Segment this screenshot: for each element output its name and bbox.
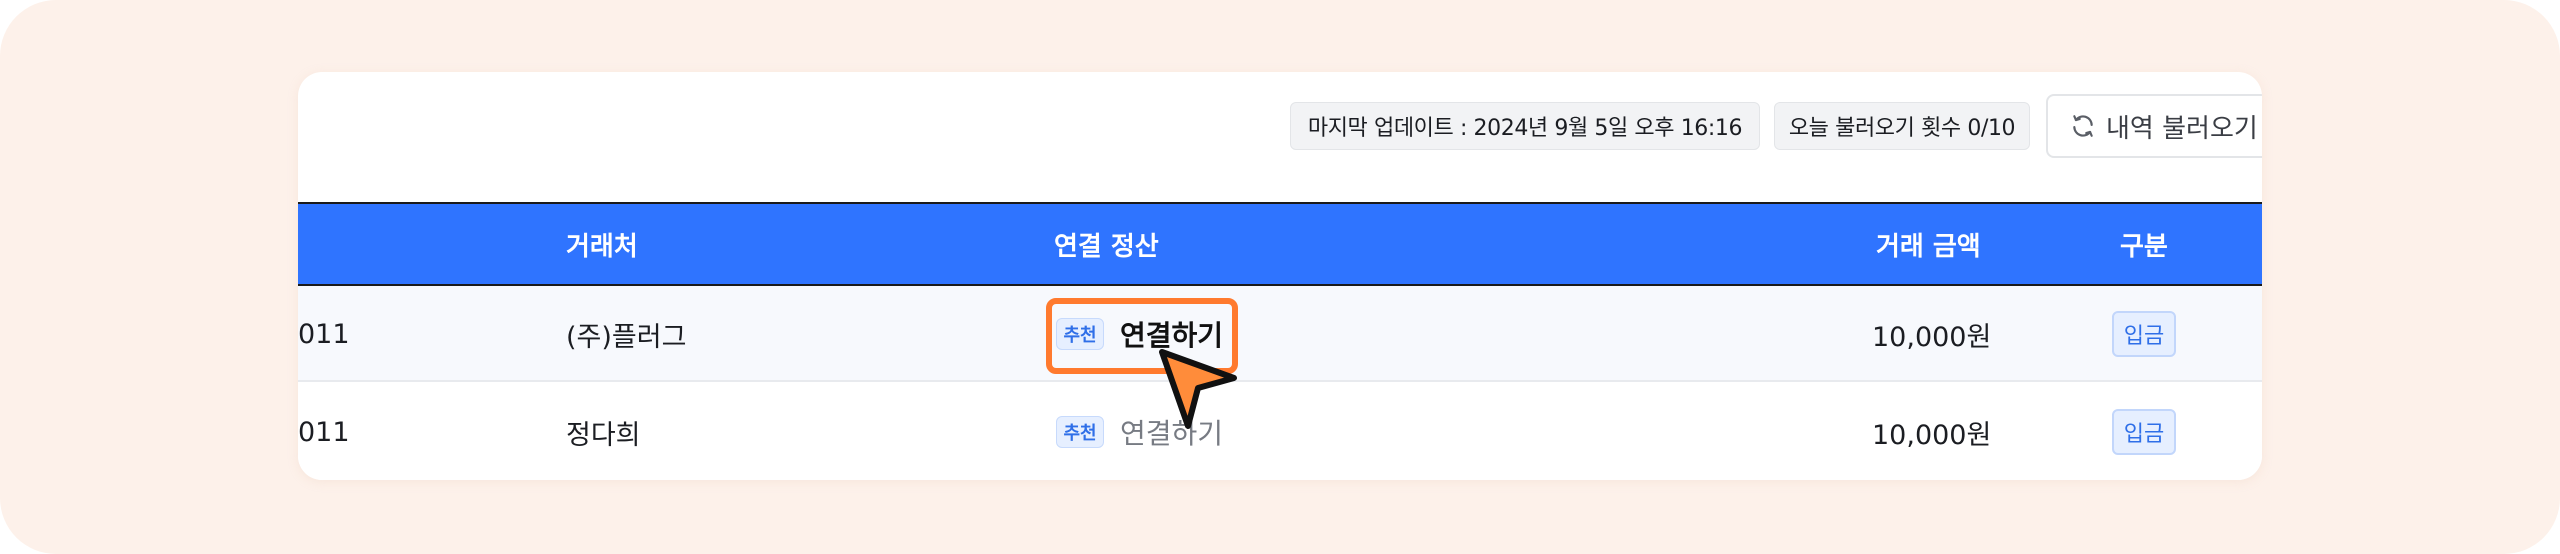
counterparty-cell: (주)플러그 xyxy=(566,321,687,353)
deposit-badge: 입금 xyxy=(2112,409,2176,455)
last-update-badge: 마지막 업데이트 : 2024년 9월 5일 오후 16:16 xyxy=(1290,102,1760,150)
refresh-icon xyxy=(2073,115,2093,137)
deposit-badge: 입금 xyxy=(2112,311,2176,357)
table-row: 011 정다희 추천 연결하기 10,000원 입금 xyxy=(298,384,2262,480)
fetch-count-badge: 오늘 불러오기 횟수 0/10 xyxy=(1774,102,2030,150)
date-cell: 011 xyxy=(298,318,350,350)
header-counterparty: 거래처 xyxy=(566,231,638,262)
table-row: 011 (주)플러그 추천 연결하기 10,000원 입금 xyxy=(298,286,2262,382)
reload-history-button[interactable]: 내역 불러오기 xyxy=(2046,94,2262,158)
header-amount: 거래 금액 xyxy=(1876,231,1981,262)
header-linked-settlement: 연결 정산 xyxy=(1054,231,1159,262)
category-cell: 입금 xyxy=(2112,286,2176,382)
category-cell: 입금 xyxy=(2112,384,2176,480)
date-cell: 011 xyxy=(298,416,350,448)
pointer-cursor-icon xyxy=(1159,349,1237,429)
last-update-text: 마지막 업데이트 : 2024년 9월 5일 오후 16:16 xyxy=(1307,116,1743,141)
transactions-card: 마지막 업데이트 : 2024년 9월 5일 오후 16:16 오늘 불러오기 … xyxy=(298,72,2262,480)
reload-history-label: 내역 불러오기 xyxy=(2106,113,2258,144)
recommend-badge: 추천 xyxy=(1056,416,1104,448)
fetch-count-text: 오늘 불러오기 횟수 0/10 xyxy=(1788,116,2016,141)
header-category: 구분 xyxy=(2120,231,2168,262)
counterparty-cell: 정다희 xyxy=(566,419,641,451)
amount-cell: 10,000원 xyxy=(1872,419,1992,451)
amount-cell: 10,000원 xyxy=(1872,321,1992,353)
recommend-badge: 추천 xyxy=(1056,318,1104,350)
table-header: 거래처 연결 정산 거래 금액 구분 xyxy=(298,202,2262,286)
